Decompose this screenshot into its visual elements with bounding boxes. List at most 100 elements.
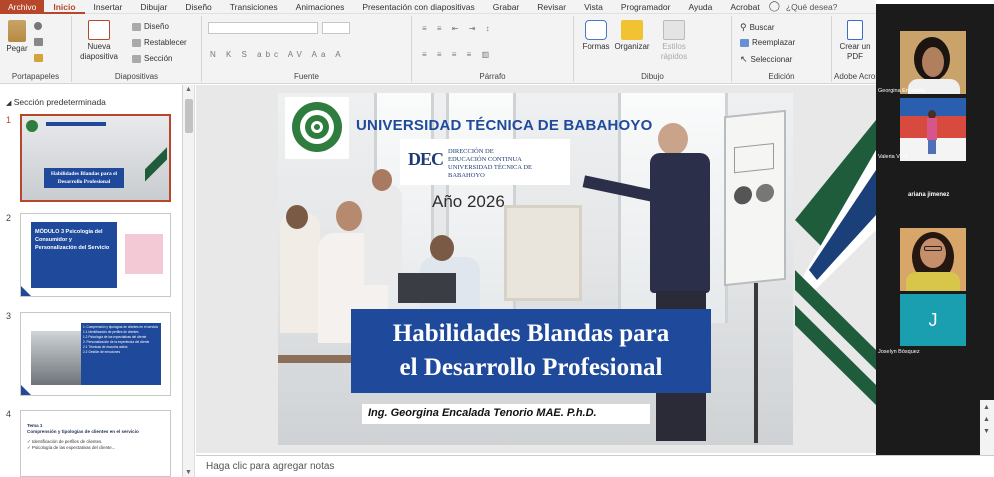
reset-button[interactable]: Restablecer: [132, 38, 187, 47]
group-edicion: ⚲ Buscar Reemplazar ↖ Seleccionar Edición: [732, 16, 832, 82]
tab-acrobat[interactable]: Acrobat: [721, 0, 768, 14]
thumbnail-scrollbar[interactable]: ▲ ▼: [183, 85, 195, 477]
group-label-parrafo: Párrafo: [479, 72, 506, 81]
author-box[interactable]: Ing. Georgina Encalada Tenorio MAE. P.h.…: [362, 404, 650, 424]
slide-thumbnail-panel: ◢ Sección predeterminada 1 Habilidades B…: [0, 85, 183, 477]
participant-avatar-5[interactable]: J: [900, 294, 966, 346]
editor-scroll-controls[interactable]: ▲ ▲ ▼: [980, 400, 994, 455]
participant-name-1: Georgina Encalada: [878, 88, 926, 94]
participant-video-2[interactable]: [900, 98, 966, 161]
tab-animaciones[interactable]: Animaciones: [287, 0, 354, 14]
group-label-portapapeles: Portapapeles: [11, 72, 60, 81]
board-stand: [754, 283, 758, 443]
participant-video-1[interactable]: [900, 31, 966, 94]
arrange-button[interactable]: Organizar: [614, 20, 650, 52]
font-size-combo[interactable]: [322, 22, 350, 34]
section-button[interactable]: Sección: [132, 54, 172, 63]
slide-thumbnail-4[interactable]: Tema 1 Comprensión y tipologías de clien…: [20, 410, 171, 477]
author-name: Ing. Georgina Encalada Tenorio MAE. P.h.…: [368, 407, 597, 419]
tab-programador[interactable]: Programador: [612, 0, 680, 14]
find-button[interactable]: ⚲ Buscar: [740, 22, 775, 33]
group-parrafo: ≡ ≡ ⇤ ⇥ ↕ ≡ ≡ ≡ ≡ ▥ Párrafo: [412, 16, 574, 82]
section-header[interactable]: ◢ Sección predeterminada: [6, 97, 106, 107]
participant-initial: J: [928, 310, 938, 330]
shapes-button[interactable]: Formas: [580, 20, 612, 52]
replace-button[interactable]: Reemplazar: [740, 38, 795, 47]
scroll-up-icon[interactable]: ▲: [185, 86, 192, 93]
font-format-buttons[interactable]: N K S abc AV Aa A: [210, 50, 345, 59]
new-slide-button[interactable]: Nueva diapositiva: [78, 20, 120, 62]
slide-thumbnail-2[interactable]: MÓDULO 3 Psicología del Consumidor y Per…: [20, 213, 171, 297]
powerpoint-window: Archivo Inicio Insertar Dibujar Diseño T…: [0, 0, 994, 477]
participant-video-4[interactable]: [900, 228, 966, 291]
tab-ayuda[interactable]: Ayuda: [679, 0, 721, 14]
slide-number-1: 1: [6, 115, 12, 125]
section-icon: [132, 54, 141, 63]
ribbon-tab-bar: Archivo Inicio Insertar Dibujar Diseño T…: [0, 0, 876, 14]
thumb1-title: Habilidades Blandas para el Desarrollo P…: [44, 168, 124, 188]
dec-logo-box: DEC DIRECCIÓN DE EDUCACIÓN CONTINUA UNIV…: [400, 139, 570, 185]
scroll-down-icon[interactable]: ▼: [185, 469, 192, 476]
tab-grabar[interactable]: Grabar: [484, 0, 528, 14]
collapse-arrow-icon[interactable]: ◢: [6, 100, 11, 107]
paste-button[interactable]: Pegar: [4, 20, 30, 54]
tab-revisar[interactable]: Revisar: [528, 0, 575, 14]
font-name-combo[interactable]: [208, 22, 318, 34]
scrollbar-thumb[interactable]: [185, 99, 193, 133]
scroll-up-icon[interactable]: ▲: [983, 404, 990, 411]
tab-inicio[interactable]: Inicio: [44, 0, 85, 14]
copy-button[interactable]: [34, 38, 43, 46]
quick-styles-button[interactable]: Estilos rápidos: [654, 20, 694, 62]
tab-presentacion[interactable]: Presentación con diapositivas: [353, 0, 483, 14]
group-fuente: N K S abc AV Aa A Fuente: [202, 16, 412, 82]
cut-button[interactable]: [34, 22, 42, 30]
title-box[interactable]: Habilidades Blandas para el Desarrollo P…: [351, 309, 711, 393]
format-painter-button[interactable]: [34, 54, 43, 62]
group-label-edicion: Edición: [768, 72, 795, 81]
tab-dibujar[interactable]: Dibujar: [131, 0, 176, 14]
group-portapapeles: Pegar Portapapeles: [0, 16, 72, 82]
replace-icon: [740, 38, 749, 47]
main-slide[interactable]: UNIVERSIDAD TÉCNICA DE BABAHOYO DEC DIRE…: [278, 93, 793, 445]
slide-thumbnail-1[interactable]: Habilidades Blandas para el Desarrollo P…: [20, 114, 171, 202]
dec-mark: DEC: [408, 149, 444, 169]
layout-button[interactable]: Diseño: [132, 22, 169, 31]
new-slide-icon: [88, 20, 110, 40]
slide-number-2: 2: [6, 213, 12, 223]
select-button[interactable]: ↖ Seleccionar: [740, 54, 792, 65]
next-slide-icon[interactable]: ▼: [983, 428, 990, 435]
pdf-icon: [847, 20, 863, 40]
group-label-acrobat: Adobe Acrobat: [834, 72, 876, 81]
tell-me-search[interactable]: ¿Qué desea?: [786, 2, 838, 12]
slide-number-4: 4: [6, 409, 12, 419]
tab-transiciones[interactable]: Transiciones: [221, 0, 287, 14]
brush-icon: [34, 54, 43, 62]
thumb3-list: 1. Comprensión y tipologías de clientes …: [81, 323, 161, 385]
video-participants-panel: Georgina Encalada Valeria Vera ariana ji…: [876, 0, 994, 455]
presenter-head: [658, 123, 688, 155]
create-pdf-button[interactable]: Crear un PDF: [838, 20, 872, 62]
notes-pane[interactable]: Haga clic para agregar notas: [196, 455, 994, 477]
participant-name-2: Valeria Vera: [878, 154, 908, 160]
year-label: Año 2026: [432, 192, 505, 211]
tab-diseno[interactable]: Diseño: [176, 0, 220, 14]
thumb4-title: Tema 1 Comprensión y tipologías de clien…: [27, 423, 139, 434]
laptop: [398, 273, 456, 303]
tab-vista[interactable]: Vista: [575, 0, 612, 14]
align-buttons[interactable]: ≡ ≡ ≡ ≡ ▥: [422, 50, 493, 59]
search-icon: ⚲: [740, 22, 747, 32]
prev-slide-icon[interactable]: ▲: [983, 416, 990, 423]
lightbulb-icon[interactable]: ◯: [769, 1, 780, 12]
university-logo: [285, 97, 349, 159]
tab-insertar[interactable]: Insertar: [85, 0, 132, 14]
tab-archivo[interactable]: Archivo: [0, 0, 45, 14]
cursor-icon: ↖: [740, 54, 748, 64]
list-buttons[interactable]: ≡ ≡ ⇤ ⇥ ↕: [422, 24, 494, 33]
reset-icon: [132, 38, 141, 47]
scissors-icon: [34, 22, 42, 30]
layout-icon: [132, 22, 141, 31]
slide-thumbnail-3[interactable]: 1. Comprensión y tipologías de clientes …: [20, 312, 171, 396]
ribbon: Pegar Portapapeles Nueva diapositiva Dis…: [0, 14, 876, 84]
clipboard-icon: [8, 20, 26, 42]
thumb2-title: MÓDULO 3 Psicología del Consumidor y Per…: [35, 229, 110, 251]
